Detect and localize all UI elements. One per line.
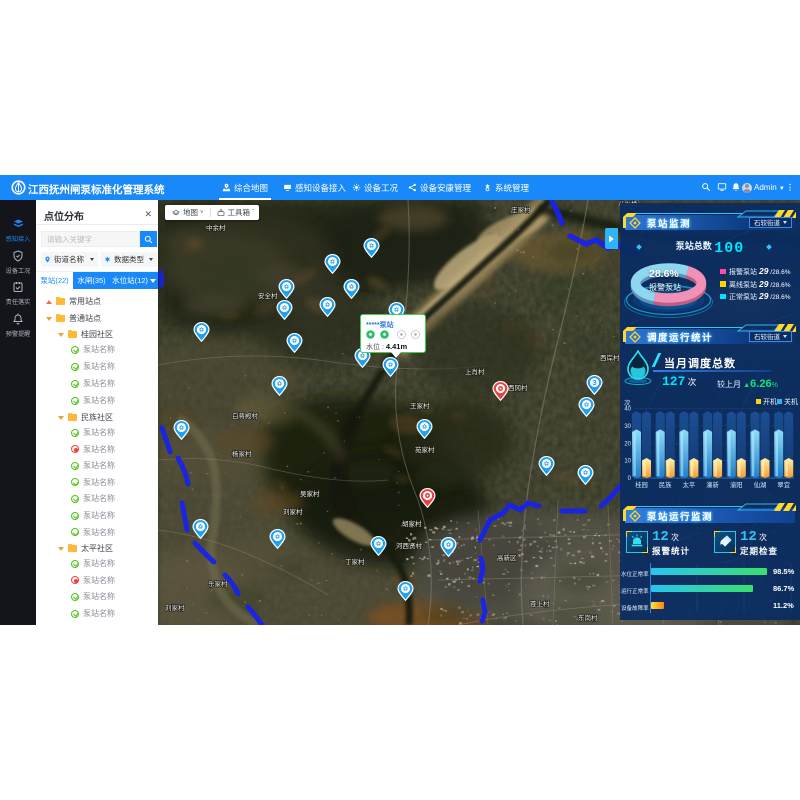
svg-text:河西贤村: 河西贤村 [396, 541, 423, 550]
svg-text:安全村: 安全村 [258, 291, 278, 300]
svg-text:高新区: 高新区 [497, 553, 517, 562]
svg-text:民族: 民族 [659, 480, 672, 489]
svg-text:仙湖: 仙湖 [754, 480, 767, 489]
svg-text:丁家村: 丁家村 [345, 557, 365, 566]
svg-text:30: 30 [624, 424, 631, 430]
svg-text:西冈村: 西冈村 [508, 383, 528, 392]
svg-text:40: 40 [624, 407, 631, 413]
svg-text:刘家村: 刘家村 [283, 507, 303, 516]
svg-text:0: 0 [628, 476, 632, 482]
svg-text:乐家村: 乐家村 [208, 579, 228, 588]
svg-text:3: 3 [592, 378, 596, 387]
svg-text:刘家村: 刘家村 [165, 603, 185, 612]
svg-text:翠宜: 翠宜 [777, 480, 790, 489]
svg-text:10: 10 [624, 459, 631, 465]
svg-text:太平: 太平 [683, 480, 696, 489]
svg-text:杨家村: 杨家村 [232, 449, 252, 458]
svg-text:渝阳: 渝阳 [730, 480, 743, 489]
svg-text:胡家村: 胡家村 [402, 519, 422, 528]
svg-text:中余村: 中余村 [206, 223, 226, 232]
svg-text:桂园: 桂园 [635, 480, 648, 489]
svg-text:灌新: 灌新 [706, 480, 719, 489]
svg-text:上肖村: 上肖村 [465, 367, 485, 376]
svg-text:吴家村: 吴家村 [300, 489, 320, 498]
svg-text:王家村: 王家村 [410, 401, 430, 410]
svg-text:苑家村: 苑家村 [415, 445, 435, 454]
svg-text:西岸村: 西岸村 [600, 353, 620, 362]
svg-text:苍上村: 苍上村 [530, 599, 550, 608]
svg-text:20: 20 [624, 441, 631, 447]
svg-text:东岗村: 东岗村 [578, 613, 598, 622]
svg-text:白蒋殿村: 白蒋殿村 [232, 411, 259, 420]
svg-text:庄家村: 庄家村 [511, 205, 531, 214]
